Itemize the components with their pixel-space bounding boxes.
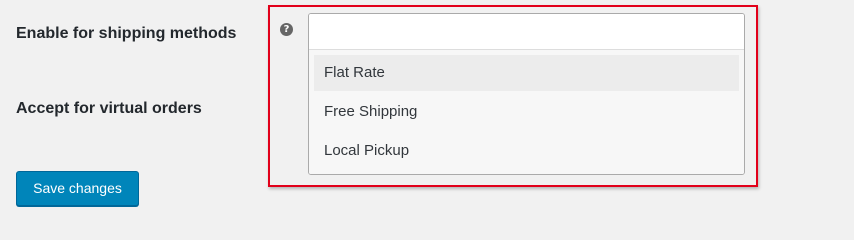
option-local-pickup[interactable]: Local Pickup	[314, 133, 739, 169]
shipping-methods-search-input[interactable]	[309, 14, 744, 47]
shipping-methods-label: Enable for shipping methods	[16, 25, 237, 42]
help-icon[interactable]: ?	[280, 23, 293, 36]
shipping-methods-select[interactable]: Flat Rate Free Shipping Local Pickup	[308, 13, 745, 175]
virtual-orders-label: Accept for virtual orders	[16, 100, 202, 117]
save-changes-button[interactable]: Save changes	[16, 171, 139, 206]
option-flat-rate[interactable]: Flat Rate	[314, 55, 739, 91]
shipping-methods-dropdown: Flat Rate Free Shipping Local Pickup	[309, 49, 744, 174]
settings-page: Enable for shipping methods Accept for v…	[0, 0, 854, 228]
option-free-shipping[interactable]: Free Shipping	[314, 94, 739, 130]
